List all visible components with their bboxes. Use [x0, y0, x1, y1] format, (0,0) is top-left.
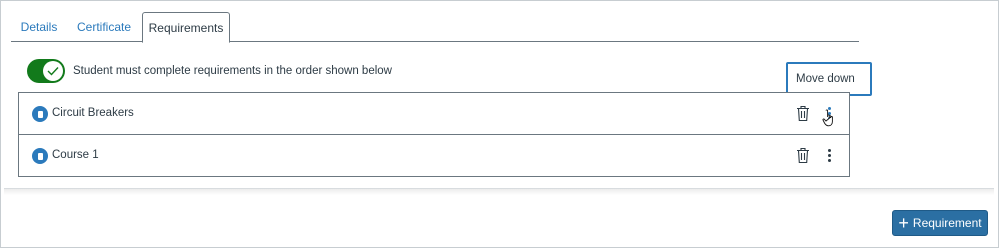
tab-certificate[interactable]: Certificate — [67, 12, 141, 42]
plus-icon: + — [898, 213, 909, 233]
more-options-icon[interactable] — [823, 147, 835, 164]
order-toggle-row: Student must complete requirements in th… — [27, 58, 392, 84]
section-divider — [4, 188, 994, 195]
move-down-tooltip[interactable]: Move down — [786, 62, 872, 96]
hand-cursor-icon — [822, 109, 833, 127]
list-item: Circuit Breakers — [18, 92, 850, 135]
tab-bar: Details Certificate Requirements — [11, 12, 859, 43]
course-icon — [32, 148, 48, 164]
list-item: Course 1 — [18, 134, 850, 177]
requirements-list: Circuit Breakers Course 1 — [18, 92, 850, 177]
order-toggle-label: Student must complete requirements in th… — [73, 65, 392, 77]
check-icon — [43, 61, 63, 81]
tab-details[interactable]: Details — [11, 12, 67, 42]
add-requirement-label: Requirement — [912, 216, 982, 230]
requirement-name: Circuit Breakers — [52, 107, 134, 119]
trash-icon[interactable] — [795, 147, 811, 164]
requirement-name: Course 1 — [52, 149, 99, 161]
tab-requirements[interactable]: Requirements — [142, 12, 230, 43]
trash-icon[interactable] — [795, 105, 811, 122]
course-icon — [32, 106, 48, 122]
order-toggle[interactable] — [27, 59, 65, 83]
add-requirement-button[interactable]: + Requirement — [892, 210, 988, 236]
